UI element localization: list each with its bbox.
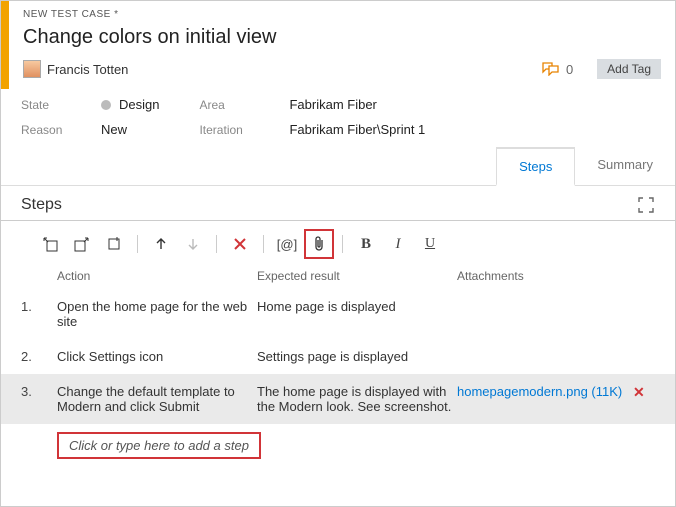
step-row[interactable]: 1. Open the home page for the web site H…	[1, 289, 675, 339]
breadcrumb: NEW TEST CASE *	[23, 9, 661, 20]
attach-file-icon[interactable]	[304, 229, 334, 259]
toolbar-separator	[137, 235, 138, 253]
iteration-value[interactable]: Fabrikam Fiber\Sprint 1	[289, 122, 425, 137]
step-row[interactable]: 2. Click Settings icon Settings page is …	[1, 339, 675, 374]
page-title[interactable]: Change colors on initial view	[23, 26, 661, 49]
step-expected[interactable]: Home page is displayed	[257, 299, 457, 314]
reason-value[interactable]: New	[101, 122, 159, 137]
step-action[interactable]: Open the home page for the web site	[57, 299, 257, 329]
state-label: State	[21, 98, 91, 112]
step-number: 3.	[21, 384, 57, 399]
toolbar-separator	[216, 235, 217, 253]
discussion-count: 0	[566, 62, 573, 77]
remove-attachment-icon[interactable]: ✕	[633, 384, 655, 401]
iteration-label: Iteration	[199, 123, 279, 137]
area-label: Area	[199, 98, 279, 112]
step-action[interactable]: Click Settings icon	[57, 349, 257, 364]
insert-shared-step-icon[interactable]	[67, 229, 97, 259]
tab-steps[interactable]: Steps	[496, 147, 575, 186]
toolbar-separator	[263, 235, 264, 253]
add-tag-button[interactable]: Add Tag	[597, 59, 661, 79]
section-title: Steps	[21, 196, 637, 214]
discussion-link[interactable]: 0	[542, 62, 573, 77]
attachment-link[interactable]: homepagemodern.png (11K)	[457, 384, 622, 399]
steps-toolbar: [@] B I U	[1, 221, 675, 267]
step-action[interactable]: Change the default template to Modern an…	[57, 384, 257, 414]
avatar[interactable]	[23, 60, 41, 78]
move-up-icon[interactable]	[146, 229, 176, 259]
insert-step-icon[interactable]	[35, 229, 65, 259]
step-number: 1.	[21, 299, 57, 314]
add-step-input[interactable]: Click or type here to add a step	[57, 432, 261, 459]
bold-icon[interactable]: B	[351, 229, 381, 259]
col-expected: Expected result	[257, 269, 457, 283]
state-value[interactable]: Design	[101, 97, 159, 112]
toolbar-separator	[342, 235, 343, 253]
delete-step-icon[interactable]	[225, 229, 255, 259]
underline-icon[interactable]: U	[415, 229, 445, 259]
insert-param-icon[interactable]: [@]	[272, 229, 302, 259]
step-row[interactable]: 3. Change the default template to Modern…	[1, 374, 675, 424]
step-number: 2.	[21, 349, 57, 364]
move-down-icon[interactable]	[178, 229, 208, 259]
state-dot-icon	[101, 100, 111, 110]
discussion-icon	[542, 62, 560, 76]
italic-icon[interactable]: I	[383, 229, 413, 259]
step-expected[interactable]: Settings page is displayed	[257, 349, 457, 364]
reason-label: Reason	[21, 123, 91, 137]
create-shared-steps-icon[interactable]	[99, 229, 129, 259]
col-action: Action	[57, 269, 257, 283]
area-value[interactable]: Fabrikam Fiber	[289, 97, 425, 112]
col-attachments: Attachments	[457, 269, 655, 283]
expand-icon[interactable]	[637, 196, 655, 214]
accent-bar	[1, 1, 9, 89]
step-expected[interactable]: The home page is displayed with the Mode…	[257, 384, 457, 414]
owner-name[interactable]: Francis Totten	[47, 62, 128, 77]
tab-summary[interactable]: Summary	[575, 147, 675, 185]
